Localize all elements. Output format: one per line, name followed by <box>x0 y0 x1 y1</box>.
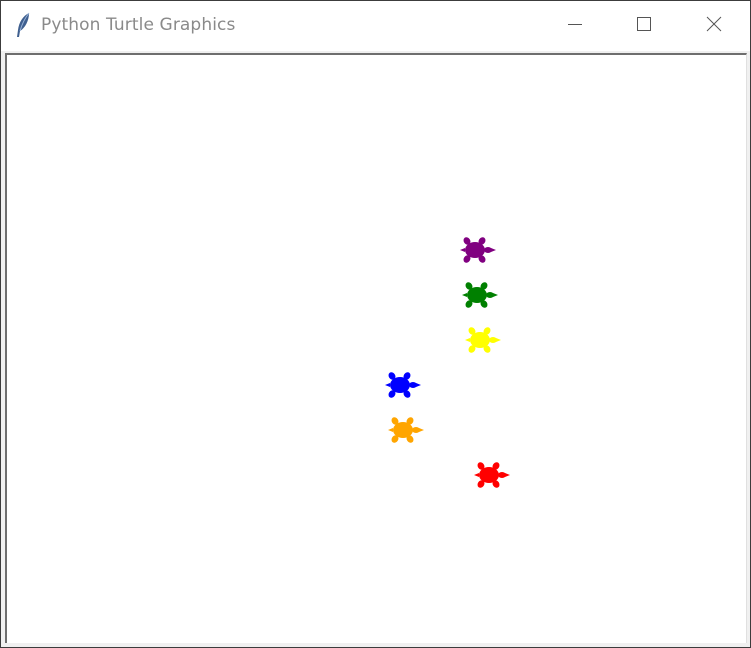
turtle-yellow <box>463 323 503 357</box>
turtle-green <box>460 278 500 312</box>
turtle-purple <box>458 233 498 267</box>
turtle-red <box>472 458 512 492</box>
close-icon <box>706 16 722 37</box>
turtle-canvas[interactable] <box>7 55 746 643</box>
window-title: Python Turtle Graphics <box>41 15 236 35</box>
bottom-edge <box>1 643 750 647</box>
turtle-orange <box>386 413 426 447</box>
feather-icon <box>14 12 32 38</box>
title-bar[interactable]: Python Turtle Graphics <box>1 1 750 51</box>
canvas-frame <box>5 53 747 643</box>
close-button[interactable] <box>680 1 748 51</box>
turtle-blue <box>383 368 423 402</box>
maximize-icon <box>636 16 652 37</box>
minimize-icon <box>567 16 583 37</box>
maximize-button[interactable] <box>610 1 678 51</box>
turtle-window: Python Turtle Graphics <box>0 0 751 648</box>
minimize-button[interactable] <box>541 1 609 51</box>
